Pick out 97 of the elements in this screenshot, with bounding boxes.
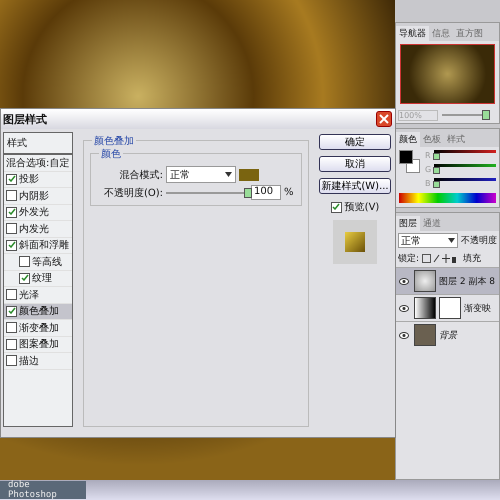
- channel-label: B: [425, 178, 430, 188]
- slider-thumb[interactable]: [244, 188, 252, 198]
- style-item[interactable]: 外发光: [4, 204, 72, 221]
- layer-name: 背景: [439, 330, 457, 342]
- style-item[interactable]: 图案叠加: [4, 336, 72, 353]
- color-swatches-icon[interactable]: [399, 150, 421, 174]
- style-item[interactable]: 纹理: [4, 270, 72, 287]
- fill-label: 填充: [463, 252, 482, 265]
- dialog-button[interactable]: 确定: [319, 134, 391, 150]
- panel-tab[interactable]: 通道: [420, 216, 444, 231]
- style-label: 颜色叠加: [19, 304, 59, 318]
- style-item[interactable]: 等高线: [4, 254, 72, 270]
- panel-tab[interactable]: 色板: [420, 132, 444, 147]
- style-label: 内发光: [19, 222, 49, 236]
- channel-slider[interactable]: [434, 178, 496, 188]
- checkbox[interactable]: [19, 256, 30, 268]
- channel-slider[interactable]: [434, 164, 496, 174]
- style-label: 纹理: [32, 272, 52, 286]
- checkbox[interactable]: [6, 306, 17, 317]
- mask-thumbnail: [439, 297, 461, 319]
- slider-thumb[interactable]: [482, 110, 490, 120]
- preview-thumbnail: [333, 220, 377, 264]
- style-item[interactable]: 内阴影: [4, 188, 72, 204]
- style-item[interactable]: 斜面和浮雕: [4, 238, 72, 254]
- layer-thumbnail: [414, 324, 436, 346]
- opacity-label: 不透明度: [461, 234, 497, 247]
- panel-tab[interactable]: 信息: [429, 26, 453, 41]
- eye-icon[interactable]: [399, 332, 411, 338]
- style-label: 斜面和浮雕: [19, 238, 69, 252]
- panel-tab[interactable]: 颜色: [396, 132, 420, 147]
- styles-header: 样式: [4, 133, 72, 155]
- close-icon: [379, 114, 389, 124]
- checkbox[interactable]: [6, 223, 17, 234]
- eye-icon[interactable]: [399, 304, 411, 312]
- dialog-button[interactable]: 取消: [319, 156, 391, 172]
- style-item[interactable]: 内发光: [4, 221, 72, 238]
- taskbar-button[interactable]: dobe Photoshop: [0, 481, 86, 499]
- slider-thumb[interactable]: [433, 167, 440, 174]
- preview-label: 预览(V): [344, 201, 380, 214]
- dropdown-arrow-icon: [448, 238, 455, 243]
- checkbox[interactable]: [6, 355, 17, 366]
- panel-tab[interactable]: 导航器: [396, 26, 429, 41]
- checkbox[interactable]: [6, 174, 17, 185]
- style-label: 投影: [19, 172, 39, 186]
- gradient-thumbnail: [414, 297, 436, 319]
- style-label: 外发光: [19, 206, 49, 220]
- style-item[interactable]: 投影: [4, 172, 72, 188]
- layer-row[interactable]: 图层 2 副本 8: [396, 267, 499, 294]
- checkbox[interactable]: [6, 322, 17, 334]
- slider-thumb[interactable]: [432, 153, 440, 160]
- style-item[interactable]: 渐变叠加: [4, 320, 72, 336]
- panel-tab[interactable]: 直方图: [453, 26, 486, 41]
- checkbox[interactable]: [19, 272, 30, 284]
- close-button[interactable]: [376, 111, 392, 127]
- channel-slider[interactable]: [434, 150, 496, 160]
- dropdown-arrow-icon: [225, 172, 232, 177]
- blend-mode-select[interactable]: 正常: [166, 166, 236, 183]
- dialog-title: 图层样式: [3, 112, 47, 126]
- checkbox[interactable]: [330, 202, 342, 212]
- style-label: 等高线: [32, 256, 62, 269]
- layer-name: 渐变映: [464, 302, 491, 314]
- panel-tab[interactable]: 样式: [444, 132, 468, 147]
- color-spectrum[interactable]: [399, 193, 496, 203]
- style-label: 渐变叠加: [19, 322, 59, 335]
- color-swatch[interactable]: [239, 168, 259, 180]
- blend-options-item[interactable]: 混合选项:自定: [4, 155, 72, 172]
- group-title: 颜色叠加: [92, 134, 136, 148]
- layer-name: 图层 2 副本 8: [439, 276, 496, 288]
- style-label: 图案叠加: [19, 338, 59, 352]
- layer-row[interactable]: 背景: [396, 321, 499, 348]
- checkbox[interactable]: [6, 240, 17, 251]
- opacity-label: 不透明度(O):: [102, 186, 163, 200]
- checkbox[interactable]: [6, 338, 17, 350]
- dialog-button[interactable]: 新建样式(W)...: [319, 178, 391, 194]
- style-item[interactable]: 描边: [4, 353, 72, 370]
- eye-icon[interactable]: [399, 278, 411, 284]
- style-label: 描边: [19, 354, 39, 368]
- layer-thumbnail: [414, 270, 436, 292]
- checkbox[interactable]: [6, 206, 17, 218]
- percent-label: %: [284, 187, 294, 198]
- style-label: 内阴影: [19, 190, 49, 203]
- opacity-input[interactable]: 100: [251, 185, 281, 200]
- zoom-slider[interactable]: [442, 109, 492, 121]
- style-label: 光泽: [19, 288, 39, 302]
- subgroup-title: 颜色: [99, 147, 123, 161]
- channel-label: G: [425, 164, 432, 174]
- lock-label: 锁定:: [398, 252, 420, 265]
- blend-mode-label: 混合模式:: [118, 168, 163, 182]
- slider-thumb[interactable]: [432, 181, 440, 188]
- layer-blend-select[interactable]: 正常: [398, 233, 458, 248]
- panel-tab[interactable]: 图层: [396, 216, 420, 231]
- checkbox[interactable]: [6, 190, 17, 202]
- layer-row[interactable]: 渐变映: [396, 294, 499, 321]
- channel-label: R: [425, 150, 431, 160]
- checkbox[interactable]: [6, 289, 17, 300]
- lock-options-icon[interactable]: [422, 254, 456, 263]
- style-item[interactable]: 颜色叠加: [4, 304, 72, 320]
